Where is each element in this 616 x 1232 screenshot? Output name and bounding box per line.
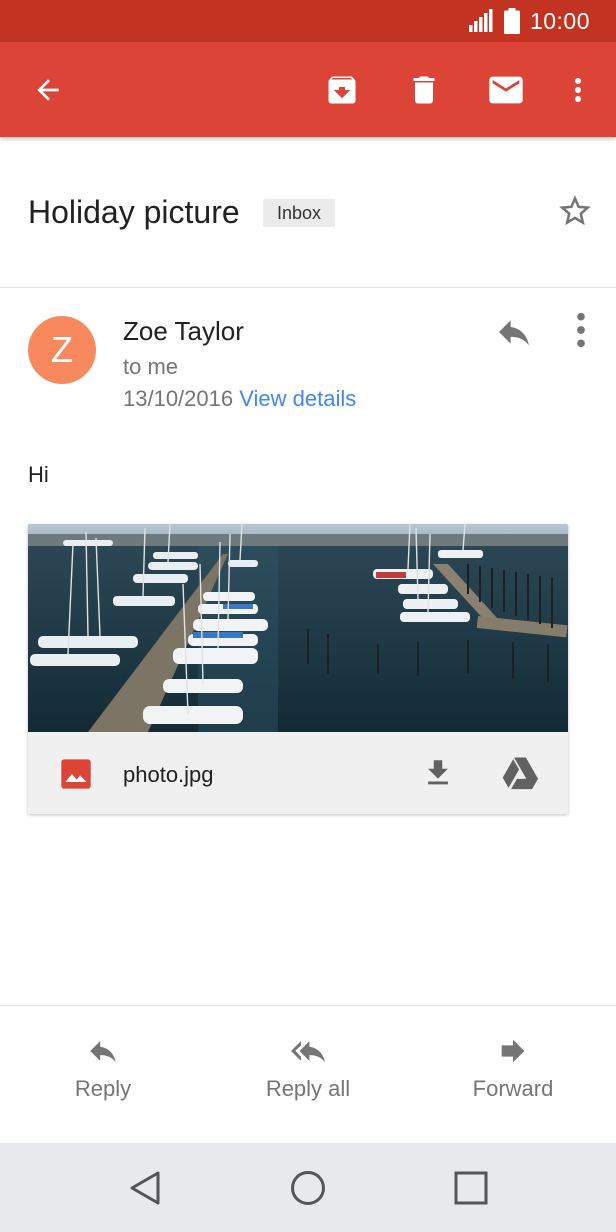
reply-all-button[interactable]: Reply all: [240, 1006, 376, 1144]
reply-label: Reply: [74, 1076, 132, 1101]
status-icons: 10:00: [468, 0, 590, 42]
forward-label: Forward: [472, 1076, 554, 1101]
back-button[interactable]: [20, 42, 76, 137]
forward-button[interactable]: Forward: [452, 1006, 574, 1144]
square-recents-icon: [454, 1171, 488, 1204]
nav-home-button[interactable]: [263, 1143, 353, 1232]
view-details-link[interactable]: View details: [239, 386, 356, 411]
reply-icon: [90, 1041, 116, 1063]
mark-unread-button[interactable]: [482, 42, 530, 137]
more-options-button[interactable]: [560, 42, 596, 137]
image-file-icon: [61, 759, 91, 789]
date-row: 13/10/2016 View details: [123, 386, 356, 412]
envelope-icon: [489, 76, 523, 103]
forward-icon: [501, 1039, 525, 1063]
reply-button-top[interactable]: [494, 312, 534, 352]
recipient-text: to me: [123, 354, 179, 379]
system-navigation-bar: [0, 1143, 616, 1232]
attachment-card[interactable]: photo.jpg: [28, 524, 568, 814]
download-icon: [428, 760, 448, 785]
archive-button[interactable]: [318, 42, 366, 137]
google-drive-icon: [502, 757, 539, 790]
attachment-bar: photo.jpg: [28, 732, 568, 814]
sender-avatar: Z: [28, 316, 96, 384]
sender-name: Zoe Taylor: [123, 316, 244, 346]
trash-icon: [413, 76, 435, 103]
archive-icon: [328, 76, 356, 103]
inbox-label[interactable]: Inbox: [263, 199, 336, 227]
more-vert-icon: [575, 77, 581, 102]
nav-recents-button[interactable]: [426, 1143, 516, 1232]
email-body: Hi: [28, 462, 49, 487]
signal-icon: [468, 9, 493, 32]
star-outline-icon: [559, 195, 591, 226]
more-vert-icon: [577, 312, 585, 348]
triangle-back-icon: [130, 1171, 160, 1204]
reply-all-label: Reply all: [265, 1076, 351, 1101]
battery-icon: [503, 8, 520, 34]
attachment-preview-image[interactable]: [28, 524, 568, 732]
save-to-drive-button[interactable]: [498, 750, 542, 796]
attachment-filename: photo.jpg: [123, 762, 214, 787]
download-button[interactable]: [418, 750, 458, 796]
status-bar: 10:00: [0, 0, 616, 42]
circle-home-icon: [291, 1170, 325, 1205]
status-time: 10:00: [529, 7, 590, 34]
arrow-left-icon: [37, 78, 59, 101]
subject-row: Holiday picture Inbox: [0, 137, 616, 288]
app-bar: [0, 42, 616, 137]
email-date: 13/10/2016: [123, 386, 234, 411]
star-button[interactable]: [556, 192, 594, 230]
delete-button[interactable]: [400, 42, 448, 137]
email-subject: Holiday picture: [28, 194, 240, 230]
reply-all-icon: [291, 1041, 325, 1063]
message-more-button[interactable]: [566, 310, 596, 350]
bottom-actions-bar: Reply Reply all Forward: [0, 1005, 616, 1143]
reply-icon: [499, 320, 529, 346]
reply-button[interactable]: Reply: [42, 1006, 164, 1144]
nav-back-button[interactable]: [100, 1143, 190, 1232]
